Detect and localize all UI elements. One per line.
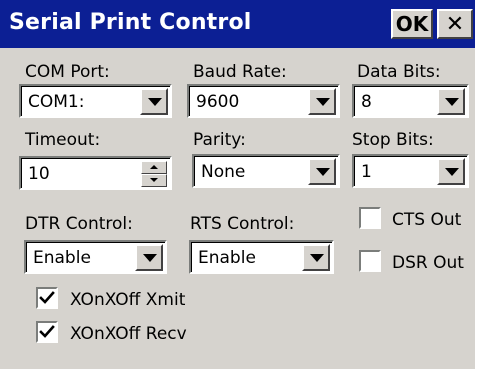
close-icon: ✕ — [445, 11, 465, 37]
timeout-stepper[interactable] — [141, 161, 167, 187]
stop-bits-label: Stop Bits: — [352, 130, 434, 150]
com-port-label: COM Port: — [25, 62, 110, 82]
title-bar: Serial Print Control OK ✕ — [0, 0, 475, 48]
stop-bits-select[interactable]: 1 — [352, 154, 469, 188]
xonxoff-xmit-label: XOnXOff Xmit — [70, 290, 186, 310]
dsr-out-label: DSR Out — [392, 253, 464, 273]
serial-print-control-dialog: Serial Print Control OK ✕ COM Port: COM1… — [0, 0, 477, 371]
com-port-select[interactable]: COM1: — [19, 84, 172, 118]
dtr-control-value: Enable — [33, 248, 91, 268]
cts-out-checkbox[interactable] — [359, 207, 381, 229]
close-button[interactable]: ✕ — [437, 9, 473, 39]
ok-button[interactable]: OK — [391, 9, 433, 39]
data-bits-label: Data Bits: — [357, 62, 441, 82]
dtr-control-label: DTR Control: — [25, 214, 133, 234]
stepper-up-icon[interactable] — [141, 161, 167, 174]
chevron-down-icon[interactable] — [437, 158, 465, 185]
xonxoff-xmit-checkbox[interactable] — [36, 287, 58, 309]
baud-rate-label: Baud Rate: — [193, 62, 287, 82]
xonxoff-recv-label: XOnXOff Recv — [70, 324, 187, 344]
rts-control-select[interactable]: Enable — [189, 240, 334, 274]
rts-control-label: RTS Control: — [190, 214, 295, 234]
baud-rate-select[interactable]: 9600 — [187, 84, 340, 118]
parity-label: Parity: — [193, 130, 246, 150]
chevron-down-icon[interactable] — [308, 88, 336, 115]
window-title: Serial Print Control — [9, 10, 252, 35]
chevron-down-icon[interactable] — [140, 88, 168, 115]
checkmark-icon — [39, 325, 55, 338]
parity-select[interactable]: None — [192, 154, 340, 188]
stop-bits-value: 1 — [361, 162, 372, 182]
baud-rate-value: 9600 — [196, 92, 240, 112]
chevron-down-icon[interactable] — [437, 88, 465, 115]
stepper-down-icon[interactable] — [141, 174, 167, 187]
chevron-down-icon[interactable] — [135, 244, 163, 271]
data-bits-value: 8 — [361, 92, 372, 112]
cts-out-label: CTS Out — [392, 210, 462, 230]
timeout-value: 10 — [28, 164, 50, 184]
xonxoff-recv-checkbox[interactable] — [36, 321, 58, 343]
data-bits-select[interactable]: 8 — [352, 84, 469, 118]
dtr-control-select[interactable]: Enable — [24, 240, 167, 274]
checkmark-icon — [39, 291, 55, 304]
chevron-down-icon[interactable] — [302, 244, 330, 271]
com-port-value: COM1: — [28, 92, 85, 112]
chevron-down-icon[interactable] — [308, 158, 336, 185]
parity-value: None — [201, 162, 246, 182]
timeout-label: Timeout: — [25, 130, 101, 150]
rts-control-value: Enable — [198, 248, 256, 268]
timeout-spin-field[interactable]: 10 — [19, 156, 172, 190]
dsr-out-checkbox[interactable] — [359, 250, 381, 272]
